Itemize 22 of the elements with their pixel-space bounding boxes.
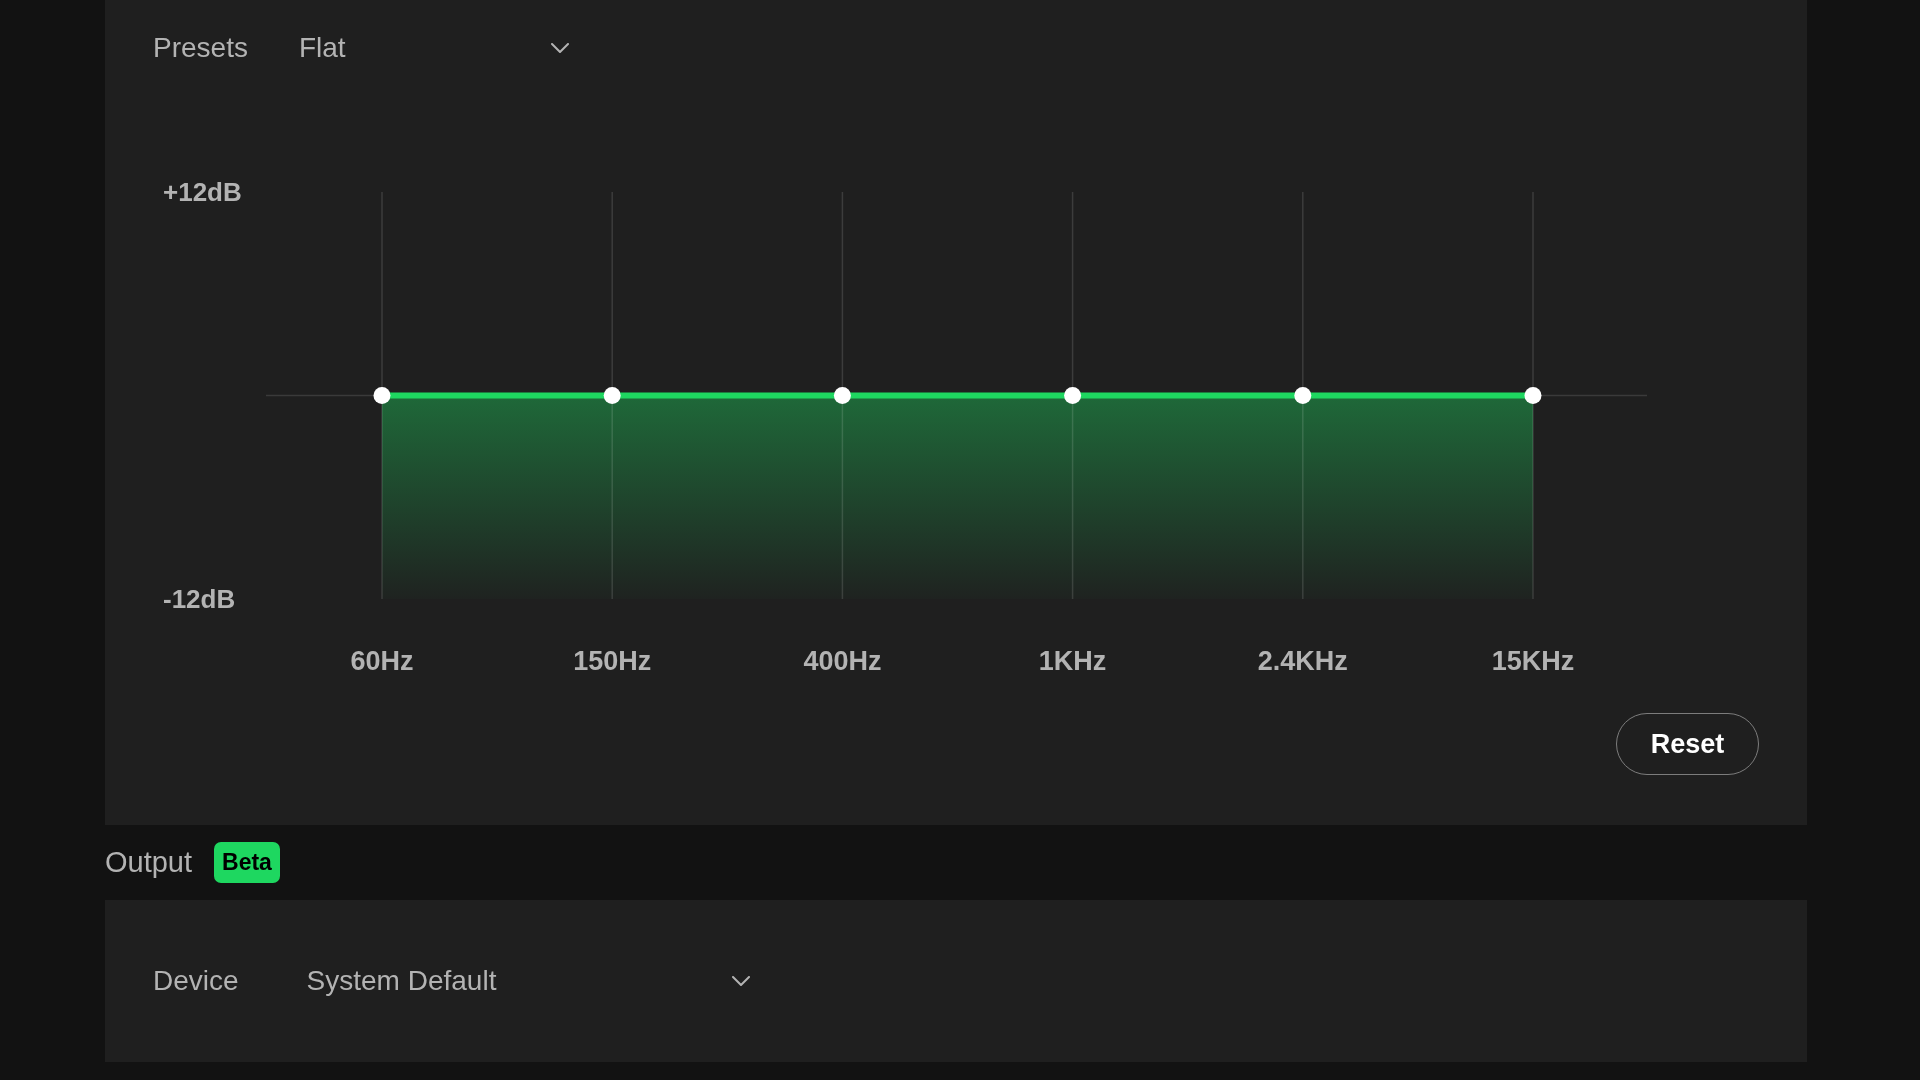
chevron-icon bbox=[550, 43, 569, 53]
slider-handle[interactable] bbox=[373, 387, 391, 404]
output-heading: Output bbox=[105, 846, 193, 879]
slider-handle[interactable] bbox=[1294, 387, 1312, 404]
y-axis-label: +12dB bbox=[163, 177, 242, 207]
x-axis-label: 1KHz bbox=[1038, 646, 1107, 676]
slider-handle[interactable] bbox=[1064, 387, 1082, 404]
preset-dropdown[interactable]: Flat bbox=[298, 32, 569, 64]
beta-badge: Beta bbox=[214, 842, 280, 883]
x-axis-label: 150Hz bbox=[573, 646, 652, 676]
x-axis-label: 15KHz bbox=[1491, 646, 1575, 676]
y-axis-label: -12dB bbox=[163, 584, 236, 614]
x-axis-label: 400Hz bbox=[803, 646, 882, 676]
x-axis-label: 60Hz bbox=[350, 646, 414, 676]
device-dropdown[interactable]: System Default bbox=[306, 965, 750, 997]
device-label: Device bbox=[153, 965, 239, 997]
x-axis-label: 2.4KHz bbox=[1257, 646, 1348, 676]
slider-handle[interactable] bbox=[833, 387, 851, 404]
chevron-icon bbox=[731, 976, 750, 986]
presets-label: Presets bbox=[153, 32, 248, 64]
slider-handle[interactable] bbox=[1524, 387, 1542, 404]
slider-handle[interactable] bbox=[603, 387, 621, 404]
